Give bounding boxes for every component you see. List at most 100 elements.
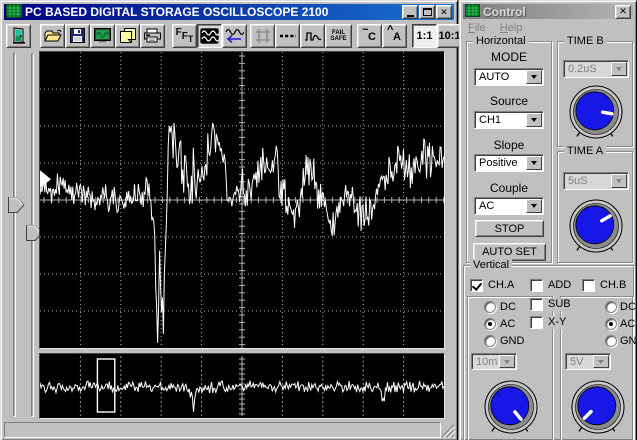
- chb-gnd-radio[interactable]: [605, 335, 617, 347]
- chb-dc-label: DC: [620, 301, 636, 314]
- source-select[interactable]: CH1: [474, 111, 544, 129]
- cal-a-button[interactable]: ^ A: [382, 24, 407, 48]
- chb-dc-radio[interactable]: [605, 301, 617, 313]
- open-button[interactable]: [40, 24, 65, 48]
- stop-button[interactable]: STOP: [475, 220, 544, 237]
- add-checkbox[interactable]: [530, 279, 543, 292]
- time-a-title: TIME A: [564, 145, 606, 157]
- interpolation-button[interactable]: [300, 24, 325, 48]
- chb-knob[interactable]: [566, 375, 630, 439]
- waveform-screen-icon: [94, 28, 111, 43]
- cha-ac-label: AC: [500, 318, 515, 331]
- cha-ac-radio[interactable]: [484, 318, 496, 330]
- vertical-group: Vertical CH.A ADD CH.B DC AC GND 10mV: [463, 265, 634, 440]
- grid-icon: [255, 28, 271, 44]
- display-mode-button[interactable]: [197, 24, 222, 48]
- control-close-button[interactable]: ✕: [615, 5, 631, 19]
- overview-display[interactable]: [39, 353, 445, 419]
- maximize-button[interactable]: [419, 5, 435, 19]
- window-title: PC BASED DIGITAL STORAGE OSCILLOSCOPE 21…: [25, 5, 401, 19]
- chb-checkbox[interactable]: [582, 279, 595, 292]
- sub-label: SUB: [548, 298, 573, 311]
- fft-button[interactable]: F F T: [172, 24, 197, 48]
- time-a-knob[interactable]: [564, 194, 628, 258]
- zoom-window-box: [97, 359, 114, 412]
- cal-c-button[interactable]: ~ C: [357, 24, 382, 48]
- probe-1-1-button[interactable]: 1:1: [412, 24, 437, 48]
- cha-knob[interactable]: [479, 375, 543, 439]
- control-window: Control ✕ File Help Horizontal MODE AUTO…: [459, 0, 637, 440]
- cha-label: CH.A: [488, 279, 514, 292]
- mode-checkboxes: SUB X-Y: [528, 298, 564, 338]
- printer-icon: [144, 28, 161, 43]
- chb-label: CH.B: [600, 279, 626, 292]
- open-folder-icon: [44, 29, 62, 43]
- time-a-select[interactable]: 5uS: [563, 172, 629, 190]
- dropdown-arrow-icon: [526, 199, 542, 213]
- cal-c-glyph: ~ C: [358, 25, 381, 47]
- grid-toggle-button[interactable]: [250, 24, 275, 48]
- add-label: ADD: [548, 279, 571, 292]
- time-b-group: TIME B 0.2uS: [557, 41, 633, 147]
- vertical-group-title: Vertical: [470, 259, 512, 271]
- dropdown-arrow-icon: [526, 70, 542, 84]
- slope-select[interactable]: Positive: [474, 154, 544, 172]
- sub-checkbox[interactable]: [530, 298, 543, 311]
- cal-a-glyph: ^ A: [383, 25, 406, 47]
- dropdown-arrow-icon: [611, 174, 627, 188]
- cha-range-select[interactable]: 10mV: [471, 353, 517, 370]
- mode-select[interactable]: AUTO: [474, 68, 544, 86]
- mode-label: MODE: [467, 50, 551, 64]
- save-button[interactable]: [65, 24, 90, 48]
- horizontal-group: Horizontal MODE AUTO Source CH1 Slope Po…: [466, 41, 552, 263]
- sine-back-arrow-icon: [225, 27, 244, 44]
- save-floppy-icon: [70, 28, 85, 43]
- couple-label: Couple: [467, 181, 551, 195]
- dual-trace-icon: [200, 28, 219, 44]
- copy-button[interactable]: [115, 24, 140, 48]
- slider-track-1: [13, 53, 16, 417]
- time-b-knob[interactable]: [564, 80, 628, 144]
- main-titlebar[interactable]: PC BASED DIGITAL STORAGE OSCILLOSCOPE 21…: [4, 4, 454, 20]
- print-button[interactable]: [140, 24, 165, 48]
- control-icon: [465, 4, 480, 20]
- exit-button[interactable]: [6, 24, 31, 48]
- dropdown-arrow-icon: [526, 113, 542, 127]
- slope-label: Slope: [467, 138, 551, 152]
- dropdown-arrow-icon: [593, 355, 609, 368]
- square-sine-icon: [304, 29, 322, 43]
- desktop: PC BASED DIGITAL STORAGE OSCILLOSCOPE 21…: [0, 0, 637, 440]
- chb-range-select[interactable]: 5V: [565, 353, 611, 370]
- cha-gnd-radio[interactable]: [484, 335, 496, 347]
- couple-select[interactable]: AC: [474, 197, 544, 215]
- dropdown-arrow-icon: [499, 355, 515, 368]
- cha-dc-label: DC: [500, 301, 516, 314]
- time-a-group: TIME A 5uS: [557, 151, 633, 263]
- cha-checkbox[interactable]: [470, 279, 483, 292]
- resize-grip[interactable]: [441, 424, 455, 438]
- menu-file[interactable]: File: [468, 22, 486, 34]
- dashes-icon: [279, 34, 296, 38]
- scope-display[interactable]: [39, 51, 445, 349]
- control-menubar: File Help: [463, 20, 633, 36]
- dropdown-arrow-icon: [611, 62, 627, 76]
- control-window-title: Control: [483, 5, 614, 19]
- menu-help[interactable]: Help: [500, 22, 523, 34]
- time-b-select[interactable]: 0.2uS: [563, 60, 629, 78]
- chb-gnd-label: GND: [620, 335, 637, 348]
- recall-wave-button[interactable]: [222, 24, 247, 48]
- time-b-title: TIME B: [564, 35, 607, 47]
- snapshot-button[interactable]: [90, 24, 115, 48]
- main-window: PC BASED DIGITAL STORAGE OSCILLOSCOPE 21…: [0, 0, 458, 440]
- minimize-button[interactable]: [402, 5, 418, 19]
- control-titlebar[interactable]: Control ✕: [463, 4, 633, 19]
- dotted-line-button[interactable]: [275, 24, 300, 48]
- close-button[interactable]: ✕: [436, 5, 452, 19]
- fail-safe-button[interactable]: FAIL SAFE: [325, 24, 352, 48]
- chb-ac-radio[interactable]: [605, 318, 617, 330]
- xy-checkbox[interactable]: [530, 316, 543, 329]
- toolbar: F F T FAIL SAFE: [4, 22, 454, 49]
- status-bar: [4, 422, 441, 438]
- cha-dc-radio[interactable]: [484, 301, 496, 313]
- slider-thumb-1[interactable]: [8, 197, 25, 213]
